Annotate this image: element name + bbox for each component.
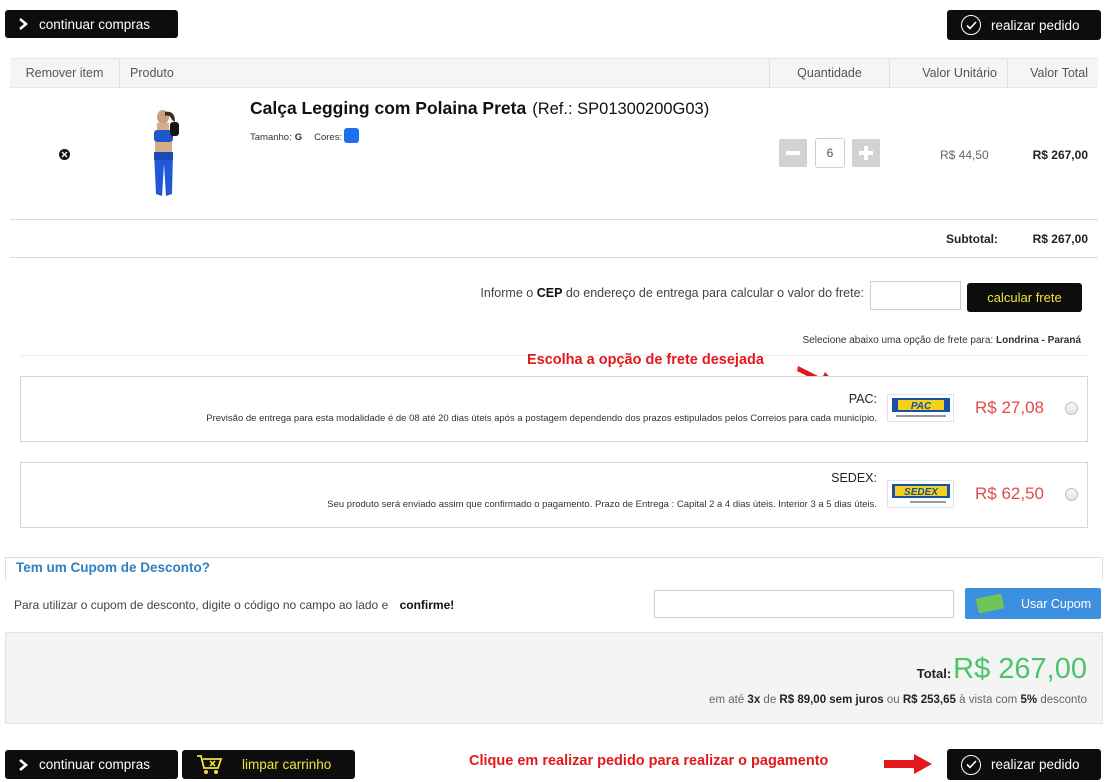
- shipping-price-sedex: R$ 62,50: [975, 484, 1044, 503]
- clear-cart-button[interactable]: limpar carrinho: [182, 750, 355, 779]
- use-coupon-button[interactable]: Usar Cupom: [965, 588, 1101, 619]
- size-value: G: [294, 132, 303, 143]
- shipping-price-pac: R$ 27,08: [975, 398, 1044, 417]
- shipping-name-sedex: SEDEX:: [831, 471, 877, 485]
- remove-item-icon[interactable]: [59, 149, 70, 160]
- cep-prompt-bold: CEP: [536, 286, 563, 300]
- shipping-radio-pac[interactable]: [1065, 402, 1078, 415]
- subtotal-value: R$ 267,00: [1032, 232, 1088, 246]
- shipping-destination: Selecione abaixo uma opção de frete para…: [803, 335, 1081, 346]
- check-circle-icon: [961, 15, 981, 35]
- sedex-logo: SEDEX: [887, 480, 954, 508]
- cep-input[interactable]: [870, 281, 961, 310]
- discount-percent: 5%: [1020, 694, 1038, 706]
- subtotal-row: Subtotal: R$ 267,00: [10, 220, 1098, 258]
- red-arrow-icon: [884, 753, 934, 775]
- cash-value: R$ 253,65: [902, 694, 956, 706]
- calculate-shipping-button[interactable]: calcular frete: [967, 283, 1082, 312]
- sedex-logo-text: SEDEX: [904, 487, 939, 498]
- chevron-right-icon: [17, 18, 29, 30]
- coupon-ticket-icon: [975, 593, 1005, 614]
- decrease-quantity-button[interactable]: [779, 139, 807, 167]
- color-swatch: [344, 128, 360, 143]
- order-total-box: Total: R$ 267,00 em até 3x de R$ 89,00 s…: [5, 632, 1103, 724]
- total-value: R$ 267,00: [953, 653, 1087, 685]
- cart-item-row: Calça Legging com Polaina Preta (Ref.: SP…: [10, 88, 1098, 220]
- place-order-bottom-button[interactable]: realizar pedido: [947, 749, 1101, 780]
- use-coupon-label: Usar Cupom: [1021, 596, 1092, 611]
- shipping-name-pac-text: PAC: [848, 392, 874, 406]
- order-hint-annotation: Clique em realizar pedido para realizar …: [469, 753, 829, 769]
- cart-icon: [196, 753, 224, 777]
- shipping-radio-sedex[interactable]: [1065, 488, 1078, 501]
- product-image[interactable]: [135, 108, 205, 200]
- header-quantity: Quantidade: [770, 59, 890, 88]
- header-total-value: Valor Total: [1030, 66, 1088, 80]
- chevron-right-icon: [17, 758, 29, 771]
- shipping-hint-annotation: Escolha a opção de frete desejada: [527, 352, 764, 368]
- product-title[interactable]: Calça Legging com Polaina Preta (Ref.: SP…: [250, 98, 709, 119]
- cart-table-header: Remover item Produto Quantidade Valor Un…: [10, 58, 1098, 88]
- place-order-bottom-label: realizar pedido: [991, 757, 1080, 772]
- coupon-instructions: Para utilizar o cupom de desconto, digit…: [14, 598, 454, 612]
- installments-or: ou: [886, 694, 900, 706]
- installments-mid: de: [763, 694, 777, 706]
- continue-shopping-bottom-label: continuar compras: [39, 757, 151, 772]
- increase-quantity-button[interactable]: [852, 139, 880, 167]
- shipping-option-sedex[interactable]: SEDEX: Seu produto será enviado assim qu…: [20, 462, 1088, 528]
- place-order-button[interactable]: realizar pedido: [947, 10, 1101, 40]
- check-circle-icon: [961, 754, 981, 775]
- shipping-option-pac[interactable]: PAC: Previsão de entrega para esta modal…: [20, 376, 1088, 442]
- product-name[interactable]: Calça Legging com Polaina Preta: [250, 98, 526, 118]
- header-remove: Remover item: [10, 59, 120, 88]
- unit-price: R$ 44,50: [940, 148, 989, 162]
- header-product: Produto: [120, 59, 770, 88]
- size-label: Tamanho:: [250, 132, 292, 143]
- shipping-name-pac: PAC:: [848, 392, 877, 406]
- continue-shopping-label: continuar compras: [39, 16, 151, 32]
- discount-suffix: desconto: [1040, 694, 1087, 706]
- installments-prefix: em até: [709, 694, 745, 706]
- installments-line: em até 3x de R$ 89,00 sem juros ou R$ 25…: [709, 694, 1087, 706]
- total-line: Total: R$ 267,00: [917, 653, 1087, 686]
- product-ref: (Ref.: SP01300200G03): [532, 100, 710, 118]
- coupon-header: Tem um Cupom de Desconto?: [5, 557, 1103, 580]
- installment-value: R$ 89,00 sem juros: [779, 694, 884, 706]
- shipping-desc-sedex: Seu produto será enviado assim que confi…: [327, 499, 877, 510]
- cash-mid: à vista com: [959, 694, 1018, 706]
- coupon-title: Tem um Cupom de Desconto?: [16, 560, 211, 575]
- shipping-destination-prefix: Selecione abaixo uma opção de frete para…: [802, 335, 994, 346]
- place-order-label: realizar pedido: [991, 17, 1080, 33]
- shipping-name-sedex-text: SEDEX: [831, 471, 874, 485]
- quantity-input[interactable]: 6: [815, 138, 845, 168]
- installments-count: 3x: [747, 694, 761, 706]
- colors-label: Cores:: [314, 132, 343, 143]
- shipping-destination-city: Londrina - Paraná: [995, 335, 1081, 346]
- product-attributes: Tamanho: G Cores:: [250, 128, 360, 143]
- subtotal-label: Subtotal:: [946, 232, 998, 246]
- cep-prompt: Informe o CEP do endereço de entrega par…: [480, 286, 864, 300]
- total-label: Total:: [916, 666, 952, 681]
- cep-prompt-prefix: Informe o: [480, 286, 534, 300]
- pac-logo: PAC: [887, 394, 954, 422]
- item-total-price: R$ 267,00: [1032, 148, 1088, 162]
- coupon-instructions-text: Para utilizar o cupom de desconto, digit…: [14, 598, 389, 612]
- continue-shopping-button[interactable]: continuar compras: [5, 10, 178, 38]
- coupon-instructions-bold: confirme!: [399, 598, 455, 612]
- pac-logo-text: PAC: [910, 401, 931, 412]
- cep-prompt-suffix: do endereço de entrega para calcular o v…: [565, 286, 864, 300]
- clear-cart-label: limpar carrinho: [242, 757, 332, 772]
- coupon-code-input[interactable]: [654, 590, 954, 618]
- continue-shopping-bottom-button[interactable]: continuar compras: [5, 750, 178, 779]
- shipping-desc-pac: Previsão de entrega para esta modalidade…: [206, 413, 877, 424]
- header-unit-value: Valor Unitário: [890, 59, 1008, 88]
